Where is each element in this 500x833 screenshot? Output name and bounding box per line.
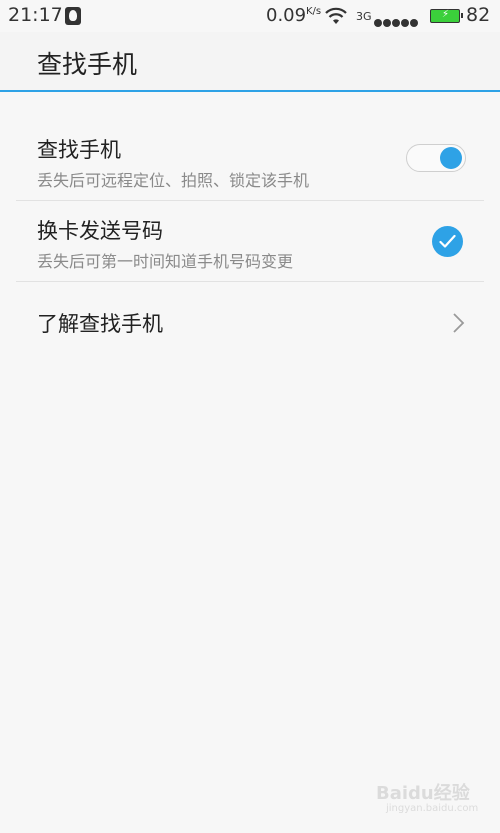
setting-title: 查找手机 [37,138,121,162]
baidu-watermark: Baidu经验 jingyan.baidu.com [376,779,486,817]
chevron-right-icon [453,313,465,333]
setting-subtitle: 丢失后可第一时间知道手机号码变更 [37,252,294,271]
toggle-knob [440,147,462,169]
status-time: 21:17 [8,4,63,26]
find-phone-toggle[interactable] [406,144,466,172]
setting-subtitle: 丢失后可远程定位、拍照、锁定该手机 [37,171,310,190]
title-bar: 查找手机 [0,32,500,92]
find-phone-screen: 21:17 0.09 K/s 3G ⚡ 82 查找手机 查找手机 丢失后可远程定… [0,0,500,833]
settings-list: 查找手机 丢失后可远程定位、拍照、锁定该手机 换卡发送号码 丢失后可第一时间知道… [16,120,484,364]
qq-icon [65,7,81,25]
network-type: 3G [356,10,372,23]
charging-bolt-icon: ⚡ [442,9,450,20]
watermark-url: jingyan.baidu.com [386,803,479,814]
setting-title: 换卡发送号码 [37,219,163,243]
setting-title: 了解查找手机 [37,312,163,336]
watermark-brand: Baidu经验 [376,783,470,804]
setting-sim-change-notify[interactable]: 换卡发送号码 丢失后可第一时间知道手机号码变更 [16,201,484,282]
sim-change-checkbox[interactable] [432,226,463,257]
checkmark-icon [439,234,456,248]
wifi-icon [325,7,347,24]
setting-find-phone[interactable]: 查找手机 丢失后可远程定位、拍照、锁定该手机 [16,120,484,201]
signal-icon [374,12,419,27]
status-bar: 21:17 0.09 K/s 3G ⚡ 82 [0,0,500,32]
battery-level: 82 [466,4,491,26]
setting-learn-find-phone[interactable]: 了解查找手机 [16,282,484,364]
status-net-speed: 0.09 [266,5,307,26]
status-net-speed-unit: K/s [306,6,322,17]
page-title: 查找手机 [37,50,138,79]
